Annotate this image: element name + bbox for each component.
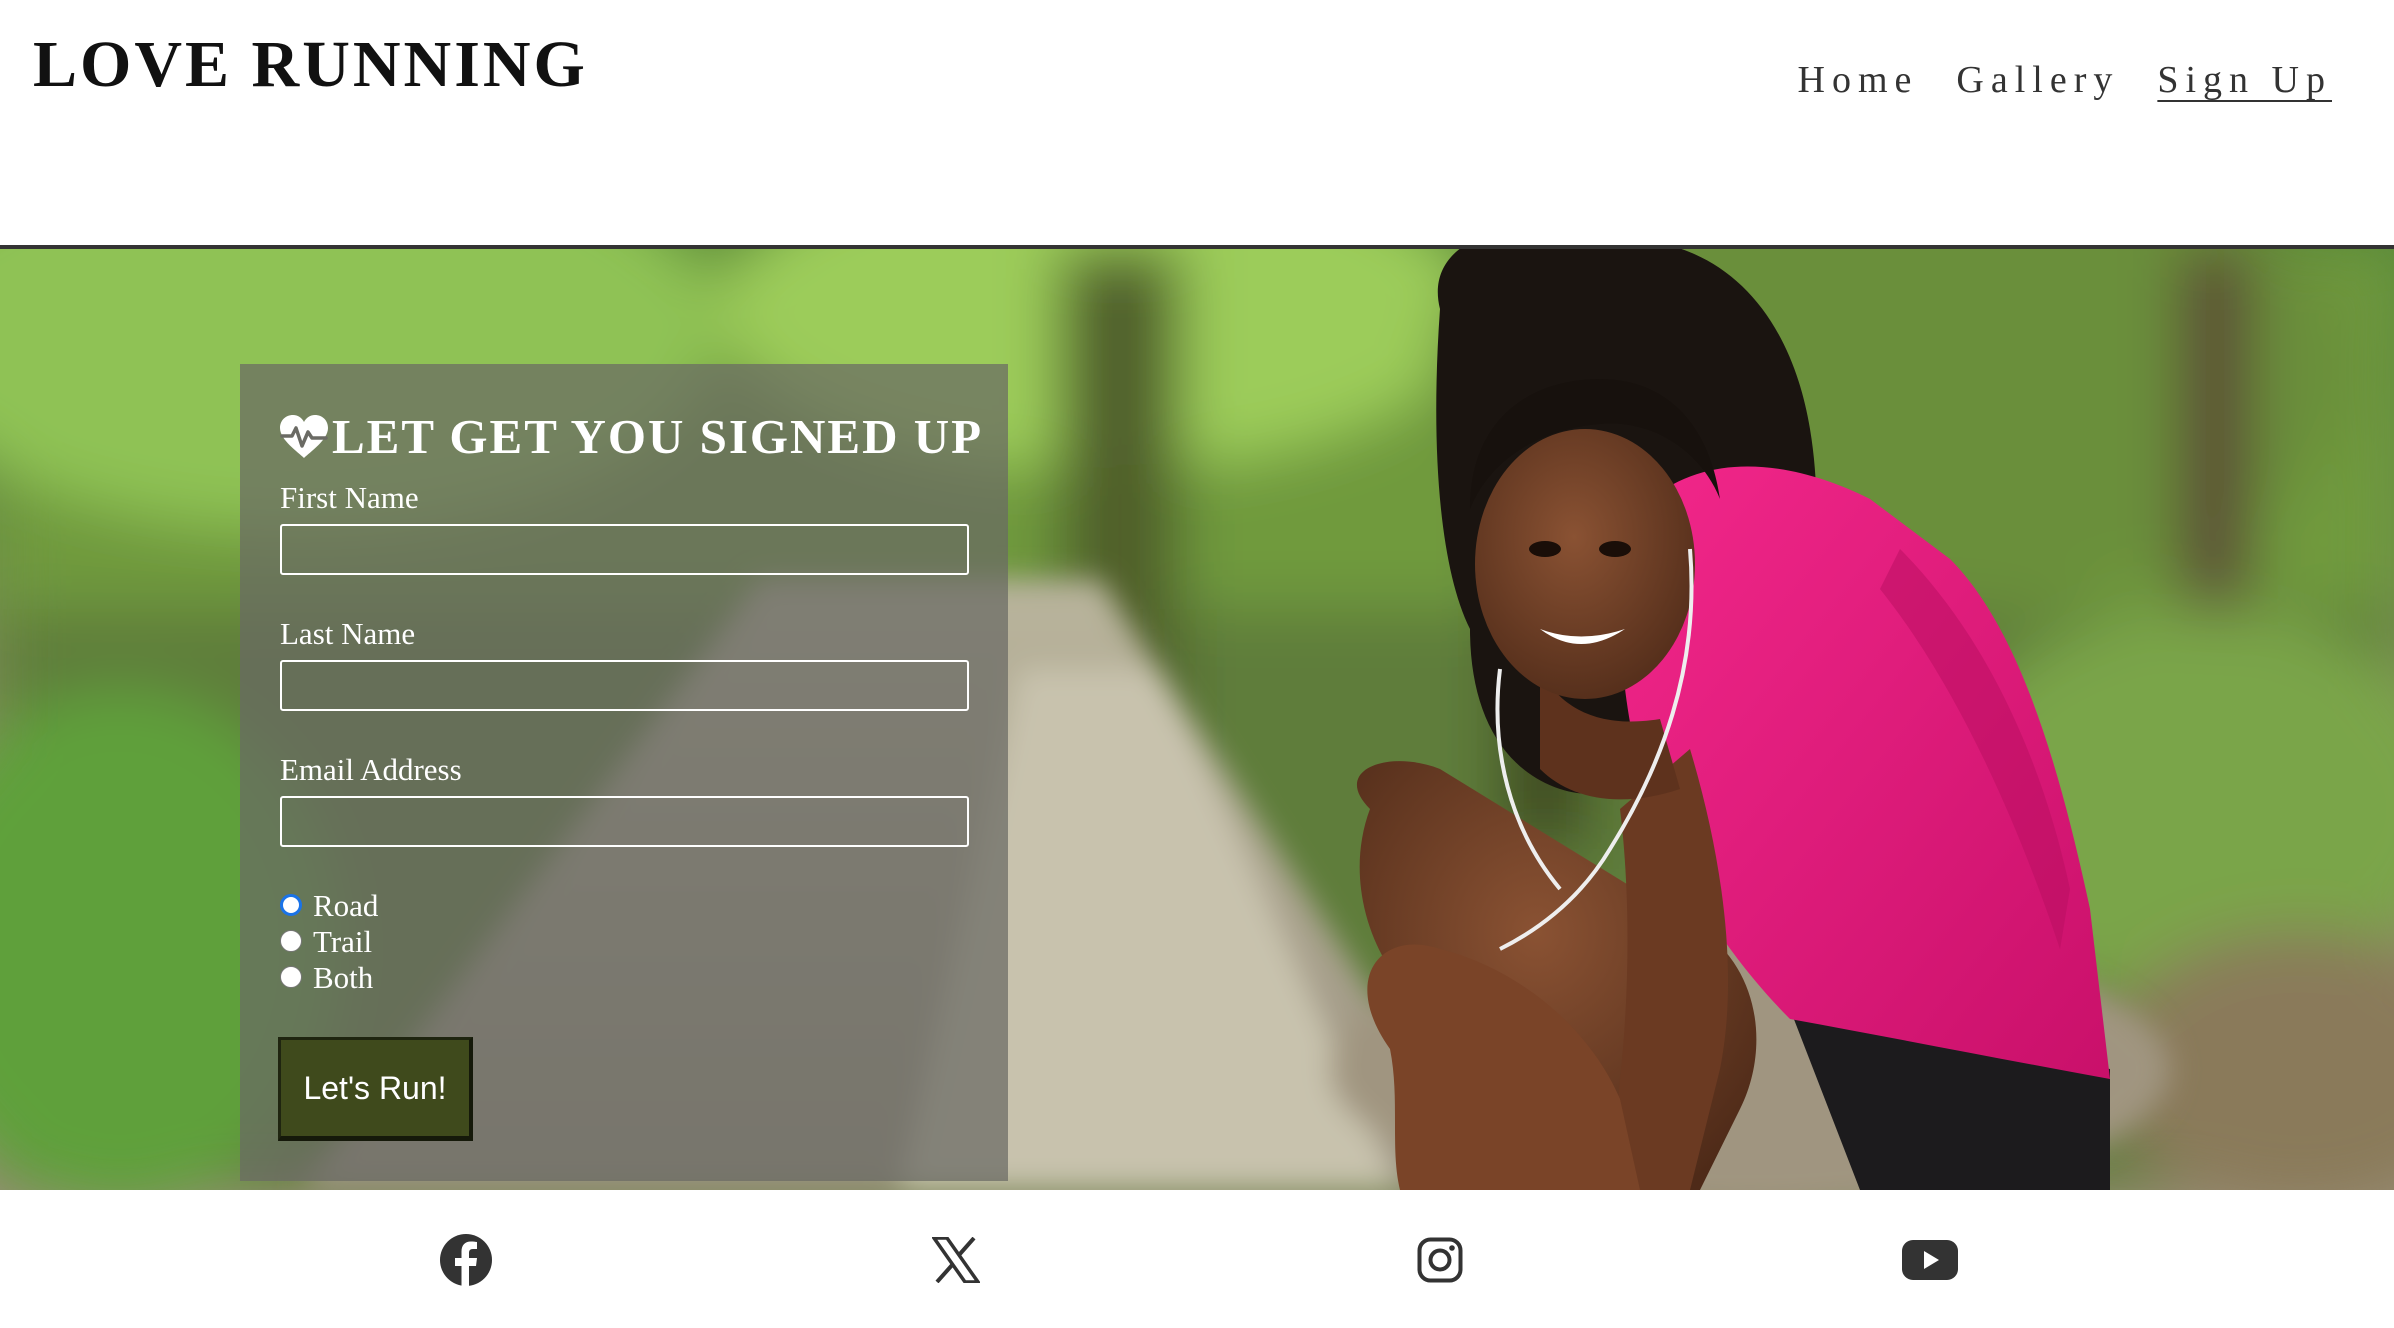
- nav-link-gallery[interactable]: Gallery: [1956, 58, 2119, 104]
- x-icon[interactable]: [926, 1230, 986, 1290]
- trail-radio[interactable]: [280, 930, 302, 952]
- trail-radio-label: Trail: [313, 923, 373, 959]
- lets-run-button[interactable]: Let's Run!: [278, 1037, 473, 1141]
- form-title-text: LET GET YOU SIGNED UP: [332, 409, 984, 464]
- site-header: LOVE RUNNING Home Gallery Sign Up: [0, 0, 2394, 245]
- last-name-label: Last Name: [280, 616, 416, 651]
- run-type-option-trail[interactable]: Trail: [280, 924, 372, 958]
- form-title: LET GET YOU SIGNED UP: [278, 408, 983, 465]
- run-type-option-both[interactable]: Both: [280, 960, 373, 994]
- run-type-option-road[interactable]: Road: [280, 888, 378, 922]
- road-radio-label: Road: [313, 887, 379, 923]
- email-address-label: Email Address: [280, 752, 462, 787]
- email-address-field[interactable]: [280, 796, 969, 847]
- youtube-icon[interactable]: [1900, 1230, 1960, 1290]
- road-radio[interactable]: [280, 894, 302, 916]
- signup-form-panel: LET GET YOU SIGNED UP First Name Last Na…: [240, 364, 1008, 1181]
- main-nav: Home Gallery Sign Up: [1798, 58, 2332, 104]
- heartbeat-icon: [280, 414, 328, 458]
- site-logo[interactable]: LOVE RUNNING: [33, 32, 588, 98]
- facebook-icon[interactable]: [436, 1230, 496, 1290]
- nav-link-home[interactable]: Home: [1798, 58, 1919, 104]
- site-footer: [0, 1190, 2394, 1328]
- both-radio-label: Both: [313, 959, 374, 995]
- first-name-field[interactable]: [280, 524, 969, 575]
- instagram-icon[interactable]: [1410, 1230, 1470, 1290]
- first-name-label: First Name: [280, 480, 419, 515]
- nav-link-sign-up[interactable]: Sign Up: [2157, 58, 2332, 104]
- both-radio[interactable]: [280, 966, 302, 988]
- last-name-field[interactable]: [280, 660, 969, 711]
